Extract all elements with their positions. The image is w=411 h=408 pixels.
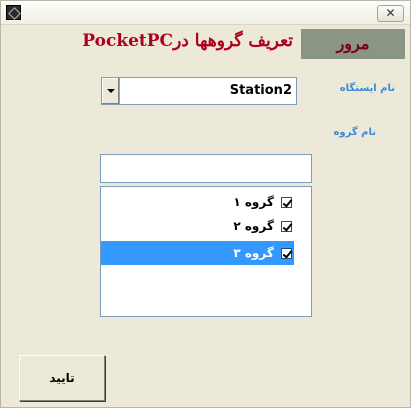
confirm-button[interactable]: تایید	[19, 355, 105, 401]
list-item-label: گروه ۳	[233, 246, 274, 260]
title-bar[interactable]: ✕	[1, 1, 410, 25]
group-name-label: نام گروه	[333, 127, 376, 138]
chevron-down-icon[interactable]	[102, 78, 120, 104]
browse-button[interactable]: مرور	[301, 29, 405, 59]
list-item[interactable]: گروه ۱	[101, 190, 294, 214]
list-item-label: گروه ۲	[233, 219, 274, 233]
list-item-selected[interactable]: گروه ۳	[101, 241, 294, 265]
group-name-input[interactable]	[100, 154, 312, 183]
app-icon	[6, 5, 21, 20]
close-button[interactable]: ✕	[377, 5, 404, 22]
checkbox-checked-icon[interactable]	[281, 197, 292, 208]
station-selected-value: Station2	[229, 83, 292, 98]
checkbox-checked-icon[interactable]	[281, 221, 292, 232]
main-window: ✕ تعریف گروهها درPocketPC مرور نام ایستگ…	[0, 0, 411, 408]
page-title: تعریف گروهها درPocketPC	[82, 31, 293, 51]
list-item-label: گروه ۱	[233, 195, 274, 209]
station-label: نام ایستگاه	[339, 83, 395, 94]
group-list[interactable]: گروه ۱ گروه ۲ گروه ۳	[100, 186, 312, 317]
list-item[interactable]: گروه ۲	[101, 214, 294, 238]
station-dropdown[interactable]: Station2	[101, 77, 297, 105]
checkbox-checked-icon[interactable]	[281, 248, 292, 259]
